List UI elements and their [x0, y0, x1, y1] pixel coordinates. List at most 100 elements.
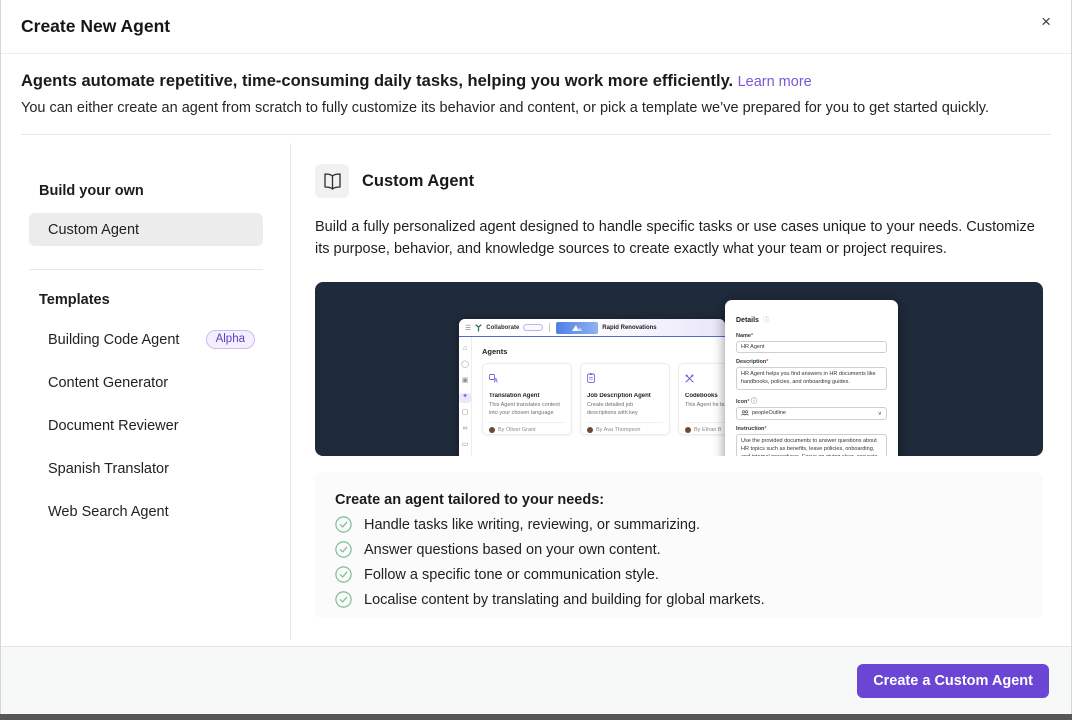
tools-icon	[685, 374, 694, 383]
preview-app-window: ☰ Collaborate Rapid Renovations ⌂	[459, 319, 725, 456]
templates-list: Building Code Agent Alpha Content Genera…	[29, 318, 263, 533]
clipboard-icon	[587, 373, 595, 383]
avatar	[685, 427, 691, 433]
collaborate-logo-icon	[475, 324, 482, 332]
history-icon: ◯	[459, 361, 471, 371]
menu-icon: ☰	[465, 324, 471, 332]
info-icon: ⓘ	[751, 399, 757, 405]
vertical-divider	[290, 143, 291, 640]
create-custom-agent-button[interactable]: Create a Custom Agent	[857, 664, 1049, 698]
sidebar: Build your own Custom Agent Templates Bu…	[29, 143, 263, 533]
sidebar-item-spanish-translator[interactable]: Spanish Translator	[29, 447, 263, 490]
agent-card-title: Translation Agent	[489, 393, 565, 399]
check-circle-icon	[335, 516, 352, 533]
close-icon[interactable]: ×	[1037, 9, 1055, 34]
workspace-logo	[556, 322, 598, 334]
benefit-item: Localise content by translating and buil…	[335, 591, 1023, 608]
trash-icon: ▭	[459, 441, 471, 451]
preview-brand-label: Collaborate	[486, 325, 519, 331]
toolbar-divider	[549, 323, 550, 332]
sidebar-divider	[29, 269, 263, 270]
sidebar-item-document-reviewer[interactable]: Document Reviewer	[29, 404, 263, 447]
preview-icon-rail: ⌂ ◯ ▣ ✦ ▢ ∞ ▭	[459, 337, 472, 456]
template-label: Web Search Agent	[48, 504, 169, 520]
agent-card-desc: This Agent he building code	[685, 402, 725, 418]
description-field: HR Agent helps you find answers in HR do…	[736, 367, 887, 390]
template-label: Content Generator	[48, 375, 168, 391]
sidebar-item-web-search-agent[interactable]: Web Search Agent	[29, 490, 263, 533]
image-icon: ▣	[459, 377, 471, 387]
preview-details-form: Details ⓘ Name* HR Agent Description* HR…	[725, 300, 898, 456]
create-agent-modal: Create New Agent × Agents automate repet…	[0, 0, 1072, 714]
link-icon: ∞	[459, 425, 471, 435]
check-circle-icon	[335, 591, 352, 608]
sidebar-item-content-generator[interactable]: Content Generator	[29, 361, 263, 404]
card-divider	[489, 422, 565, 423]
agent-card-byline: By Oliver Grant	[489, 427, 565, 433]
agent-card-byline: By Ethan B	[685, 427, 725, 433]
avatar	[489, 427, 495, 433]
instruction-label: Instruction*	[736, 426, 887, 432]
agent-card-codebooks: Codebooks This Agent he building code By…	[678, 363, 725, 435]
book-icon	[315, 164, 349, 198]
benefit-item: Answer questions based on your own conte…	[335, 541, 1023, 558]
preview-agent-cards: A Translation Agent This Agent translate…	[482, 363, 725, 435]
custom-agent-label: Custom Agent	[48, 222, 139, 238]
custom-agent-header: Custom Agent	[315, 164, 1043, 198]
instruction-field: Use the provided documents to answer que…	[736, 434, 887, 457]
modal-body: Build your own Custom Agent Templates Bu…	[1, 143, 1071, 640]
chevron-down-icon: ∨	[878, 410, 882, 417]
check-circle-icon	[335, 566, 352, 583]
modal-footer: Create a Custom Agent	[1, 646, 1071, 714]
preview-toolbar: ☰ Collaborate Rapid Renovations	[459, 319, 725, 337]
template-label: Document Reviewer	[48, 418, 179, 434]
archive-icon: ▢	[459, 409, 471, 419]
benefits-section: Create an agent tailored to your needs: …	[315, 472, 1043, 619]
agent-card-desc: This Agent translates content into your …	[489, 402, 565, 418]
info-icon: ⓘ	[763, 318, 769, 324]
svg-text:A: A	[494, 379, 498, 383]
description-label: Description*	[736, 359, 887, 365]
build-your-own-heading: Build your own	[39, 183, 263, 199]
agent-card-title: Codebooks	[685, 393, 725, 399]
intro-section: Agents automate repetitive, time-consumi…	[1, 54, 1071, 116]
benefit-item: Follow a specific tone or communication …	[335, 566, 1023, 583]
template-label: Spanish Translator	[48, 461, 169, 477]
agent-card-translation: A Translation Agent This Agent translate…	[482, 363, 572, 435]
preview-brand-badge	[523, 324, 543, 331]
template-label: Building Code Agent	[48, 332, 179, 348]
sidebar-item-building-code-agent[interactable]: Building Code Agent Alpha	[29, 318, 263, 361]
benefit-item: Handle tasks like writing, reviewing, or…	[335, 516, 1023, 533]
card-divider	[587, 422, 663, 423]
learn-more-link[interactable]: Learn more	[738, 74, 812, 90]
intro-divider	[21, 134, 1051, 135]
card-divider	[685, 422, 725, 423]
preview-image: ☰ Collaborate Rapid Renovations ⌂	[315, 282, 1043, 456]
agent-card-desc: Create detailed job descriptions with ke…	[587, 402, 663, 418]
translation-icon: A	[489, 374, 498, 383]
workspace-name: Rapid Renovations	[602, 325, 656, 331]
sidebar-item-custom-agent[interactable]: Custom Agent	[29, 213, 263, 246]
preview-app-body: ⌂ ◯ ▣ ✦ ▢ ∞ ▭ Agents A	[459, 337, 725, 456]
name-field: HR Agent	[736, 341, 887, 353]
modal-header: Create New Agent ×	[1, 0, 1071, 54]
page-background-strip	[0, 714, 1072, 720]
benefits-heading: Create an agent tailored to your needs:	[335, 492, 1023, 508]
custom-agent-description: Build a fully personalized agent designe…	[315, 217, 1041, 260]
agents-sparkle-icon: ✦	[459, 393, 471, 403]
templates-heading: Templates	[39, 292, 263, 308]
icon-select: peopleOutline ∨	[736, 407, 887, 420]
intro-subtext: You can either create an agent from scra…	[21, 100, 1051, 116]
intro-headline: Agents automate repetitive, time-consumi…	[21, 72, 733, 90]
icon-label: Icon* ⓘ	[736, 396, 887, 405]
details-form-title: Details	[736, 317, 759, 324]
check-circle-icon	[335, 541, 352, 558]
people-outline-icon	[741, 410, 749, 416]
modal-title: Create New Agent	[21, 16, 170, 37]
alpha-badge: Alpha	[206, 330, 255, 349]
agent-card-job-description: Job Description Agent Create detailed jo…	[580, 363, 670, 435]
main-panel: Custom Agent Build a fully personalized …	[315, 143, 1043, 619]
name-label: Name*	[736, 333, 887, 339]
agent-card-byline: By Ava Thompson	[587, 427, 663, 433]
custom-agent-title: Custom Agent	[362, 172, 474, 191]
